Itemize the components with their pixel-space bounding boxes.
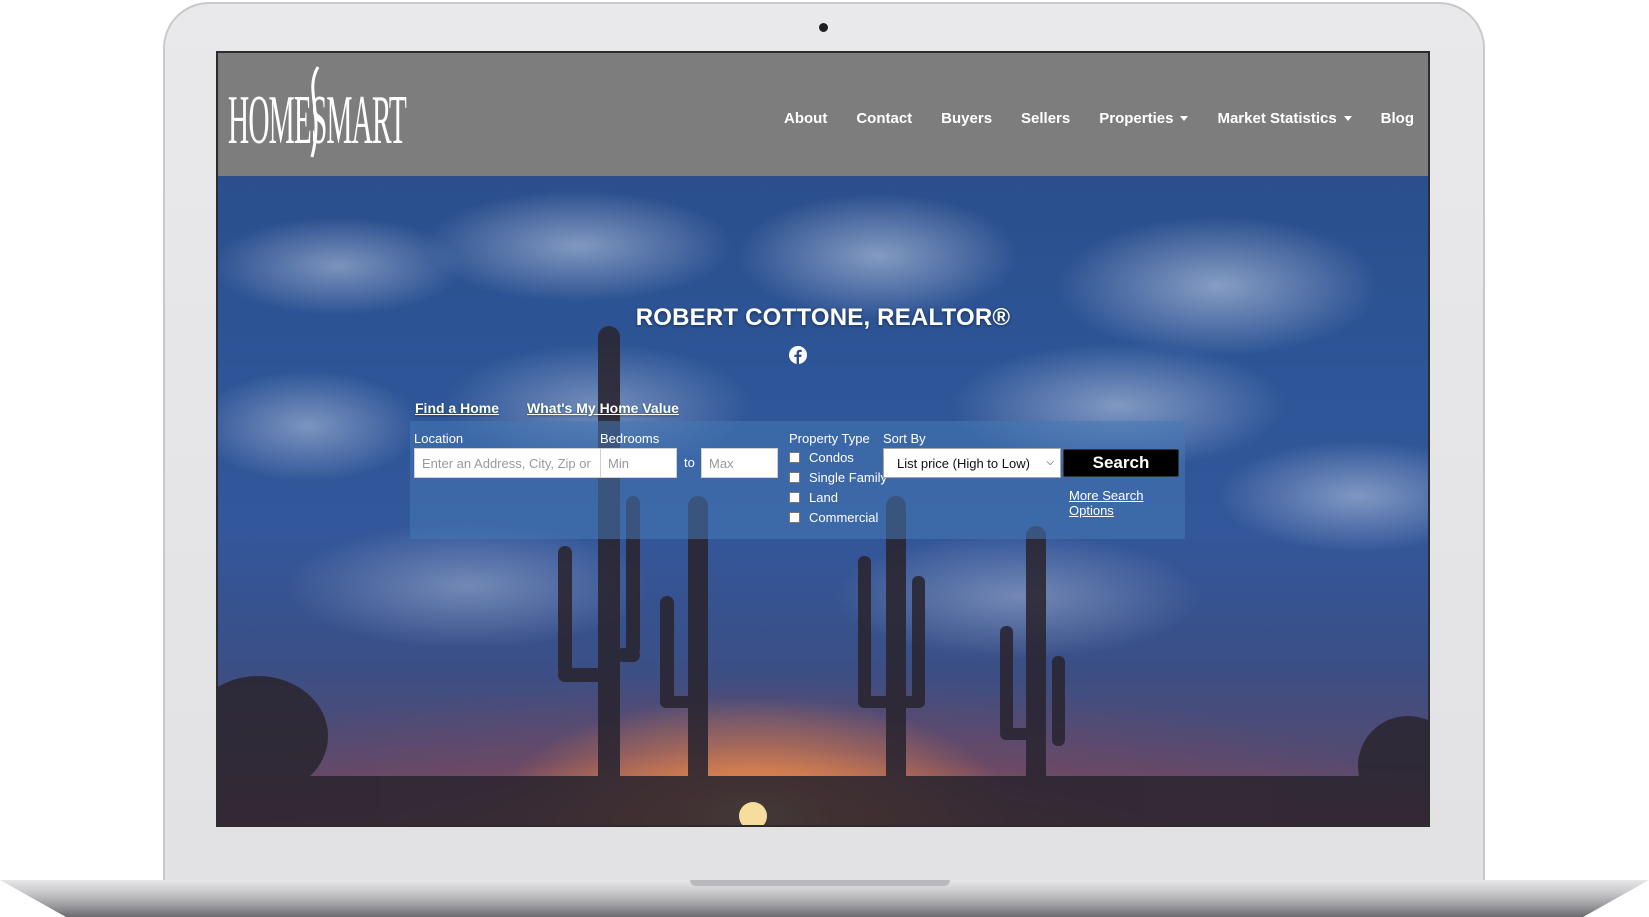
location-label: Location (414, 431, 464, 446)
nav-item-market-statistics[interactable]: Market Statistics (1217, 110, 1352, 127)
sort-by-value: List price (High to Low) (897, 455, 1030, 471)
search-tabs: Find a Home What's My Home Value (415, 400, 679, 416)
bedrooms-label: Bedrooms (600, 431, 660, 446)
camera-dot (819, 23, 828, 32)
hero-title: ROBERT COTTONE, REALTOR® (635, 304, 1011, 331)
checkbox-label: Commercial (809, 510, 879, 525)
nav-label: Properties (1099, 110, 1174, 127)
checkbox[interactable] (789, 452, 800, 463)
site-header: HOMESMART About Contact Buyers Sellers P… (218, 53, 1428, 176)
property-type-label: Property Type (789, 431, 870, 446)
search-panel: Location Bedrooms to Property Type Condo… (410, 421, 1185, 539)
nav-item-sellers[interactable]: Sellers (1021, 110, 1070, 127)
facebook-icon[interactable] (789, 346, 807, 364)
property-type-land[interactable]: Land (789, 490, 838, 505)
nav-label: About (784, 110, 828, 127)
nav-item-blog[interactable]: Blog (1381, 110, 1414, 127)
bedrooms-to-label: to (684, 455, 695, 470)
more-search-options-link[interactable]: More Search Options (1069, 488, 1185, 518)
tab-home-value[interactable]: What's My Home Value (527, 400, 679, 416)
laptop-notch (690, 880, 950, 886)
nav-item-buyers[interactable]: Buyers (941, 110, 992, 127)
nav-item-properties[interactable]: Properties (1099, 110, 1189, 127)
property-type-single-family[interactable]: Single Family (789, 470, 887, 485)
checkbox-label: Land (809, 490, 838, 505)
hero-section: ROBERT COTTONE, REALTOR® Find a Home Wha… (218, 176, 1428, 825)
checkbox-label: Single Family (809, 470, 888, 485)
tab-find-a-home[interactable]: Find a Home (415, 400, 499, 416)
property-type-commercial[interactable]: Commercial (789, 510, 878, 525)
checkbox[interactable] (789, 512, 800, 523)
chevron-down-icon: ⌵ (1046, 457, 1054, 468)
nav-label: Contact (856, 110, 913, 127)
bedrooms-max-input[interactable] (701, 448, 778, 478)
nav-label: Buyers (941, 110, 993, 127)
bedrooms-min-input[interactable] (600, 448, 677, 478)
caret-down-icon (1180, 116, 1189, 121)
property-type-condos[interactable]: Condos (789, 450, 854, 465)
nav-item-contact[interactable]: Contact (856, 110, 912, 127)
checkbox[interactable] (789, 492, 800, 503)
sort-by-label: Sort By (883, 431, 926, 446)
nav-label: Blog (1380, 110, 1414, 127)
sort-by-select[interactable]: List price (High to Low) ⌵ (883, 448, 1061, 478)
search-button[interactable]: Search (1063, 449, 1179, 477)
location-input[interactable] (414, 448, 601, 478)
checkbox[interactable] (789, 472, 800, 483)
main-nav: About Contact Buyers Sellers Properties … (755, 110, 1414, 127)
browser-screen: HOMESMART About Contact Buyers Sellers P… (216, 51, 1430, 827)
checkbox-label: Condos (809, 450, 854, 465)
homesmart-logo[interactable]: HOMESMART (226, 61, 411, 163)
nav-item-about[interactable]: About (784, 110, 827, 127)
nav-label: Market Statistics (1217, 110, 1337, 127)
caret-down-icon (1343, 116, 1352, 121)
nav-label: Sellers (1021, 110, 1071, 127)
